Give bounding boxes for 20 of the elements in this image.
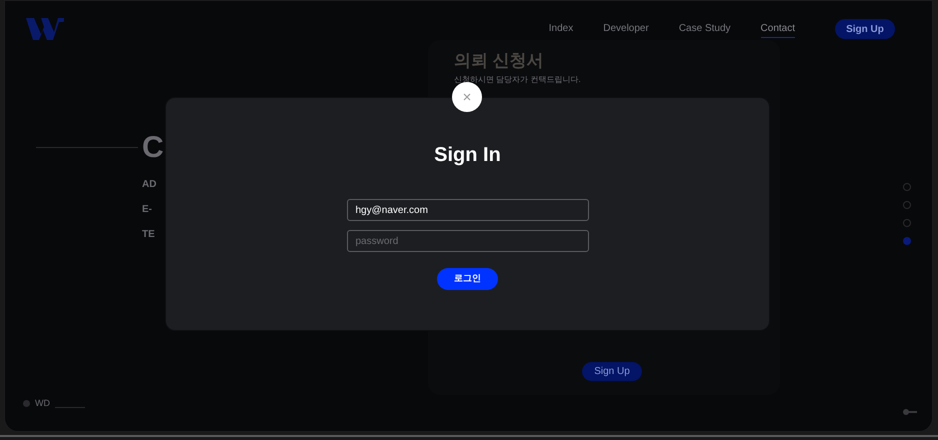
- modal-title: Sign In: [434, 143, 501, 168]
- nav-link[interactable]: Contact: [760, 20, 795, 38]
- submit-button[interactable]: Sign Up: [582, 362, 642, 381]
- logo-icon: [26, 18, 64, 40]
- contact-label: AD: [142, 178, 158, 191]
- password-field[interactable]: password: [346, 230, 588, 252]
- nav-link[interactable]: Developer: [603, 20, 649, 38]
- key-icon: [903, 409, 917, 415]
- nav-link[interactable]: Index: [548, 20, 574, 38]
- contact-label: TE: [142, 228, 156, 241]
- sign-up-button[interactable]: Sign Up: [835, 19, 895, 39]
- form-subtitle: 신청하시면 담당자가 컨택드립니다.: [454, 74, 582, 84]
- nav-link[interactable]: Case Study: [678, 20, 731, 38]
- form-title: 의뢰 신청서: [454, 50, 545, 72]
- contact-heading: C: [142, 130, 164, 166]
- email-field[interactable]: hgy@naver.com: [346, 199, 588, 221]
- contact-label: E-: [142, 203, 153, 216]
- footer-brand: WD: [35, 397, 50, 410]
- footer-line: [55, 407, 85, 408]
- login-button[interactable]: 로그인: [437, 268, 498, 290]
